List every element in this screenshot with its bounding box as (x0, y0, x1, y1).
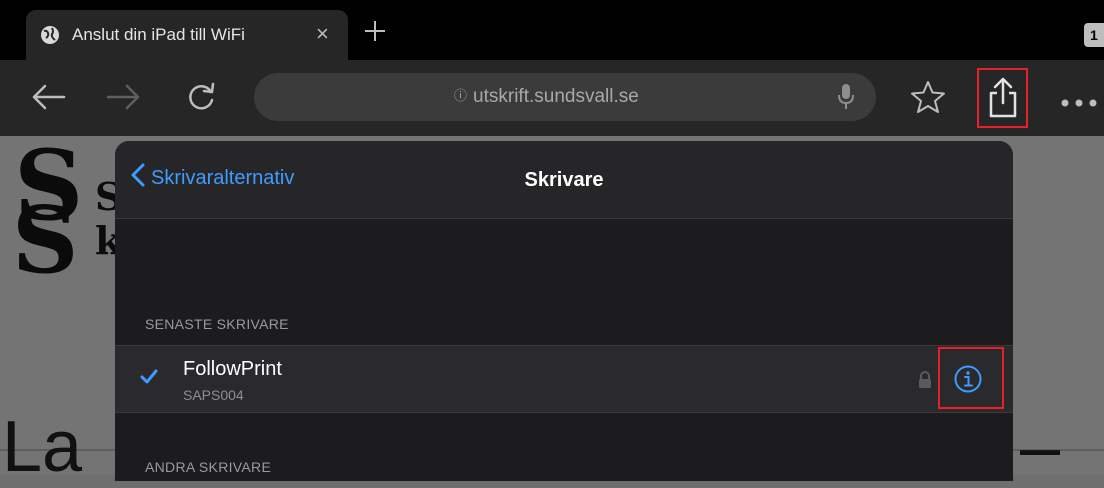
microphone-icon[interactable] (836, 83, 856, 116)
share-icon[interactable] (986, 76, 1020, 125)
browser-tab[interactable]: Anslut din iPad till WiFi × (26, 10, 348, 60)
tab-title: Anslut din iPad till WiFi (72, 25, 245, 44)
more-icon[interactable] (1060, 95, 1104, 113)
reload-icon[interactable] (184, 80, 218, 119)
star-icon[interactable] (910, 80, 946, 119)
other-printers-header: ANDRA SKRIVARE (145, 459, 272, 475)
printer-popover: Skrivaralternativ Skrivare SENASTE SKRIV… (115, 141, 1013, 481)
back-arrow-icon[interactable] (30, 82, 66, 117)
tab-close-button[interactable]: × (316, 22, 329, 46)
globe-icon (40, 25, 60, 45)
printer-id: SAPS004 (183, 387, 244, 403)
recent-printers-header: SENASTE SKRIVARE (145, 316, 289, 332)
url-text: ⓘ utskrift.sundsvall.se (454, 73, 639, 121)
tab-count-badge[interactable]: 1 (1084, 23, 1104, 47)
lock-icon (918, 371, 932, 394)
page-heading-end: – (1020, 407, 1061, 487)
tab-bar: Anslut din iPad till WiFi × 1 (0, 0, 1104, 60)
popover-header: Skrivaralternativ Skrivare (115, 141, 1013, 219)
url-bar[interactable]: ⓘ utskrift.sundsvall.se (254, 73, 876, 121)
page-heading-start: La (2, 407, 83, 487)
forward-arrow-icon[interactable] (106, 82, 142, 117)
checkmark-icon (139, 368, 159, 391)
printer-name: FollowPrint (183, 358, 282, 380)
printer-row[interactable]: FollowPrint SAPS004 (115, 345, 1013, 413)
plus-icon[interactable] (362, 18, 388, 44)
url-address: utskrift.sundsvall.se (473, 86, 639, 107)
popover-title: Skrivare (524, 169, 604, 191)
logo-letter-s: S (12, 186, 79, 294)
info-button-highlight (938, 347, 1004, 409)
url-info-icon: ⓘ (454, 88, 468, 103)
